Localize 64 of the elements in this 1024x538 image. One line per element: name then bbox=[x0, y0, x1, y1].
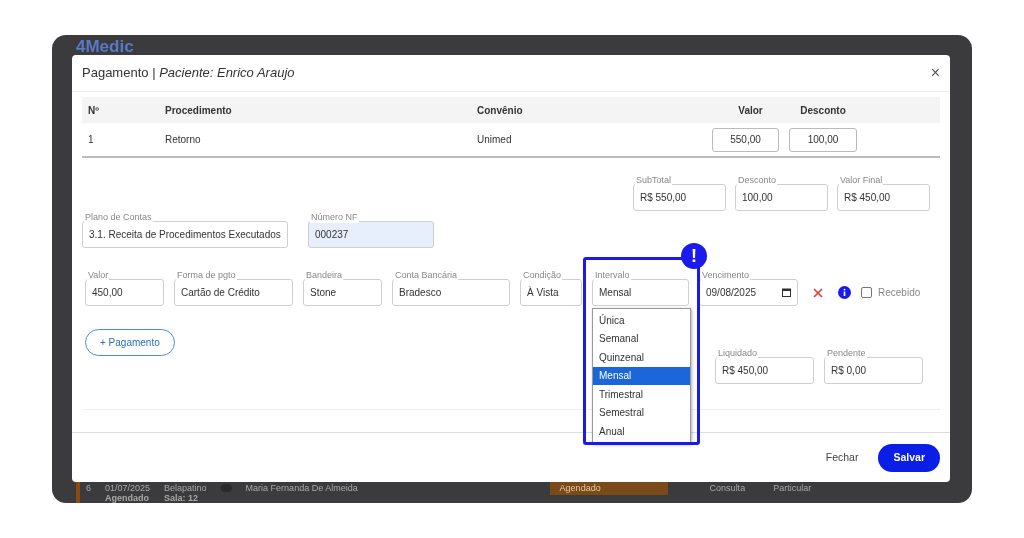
field-label: Plano de Contas bbox=[84, 212, 153, 223]
field-label: Valor bbox=[87, 270, 110, 281]
field-label: Intervalo bbox=[594, 270, 631, 281]
field-label: Desconto bbox=[737, 175, 778, 186]
input-field[interactable]: 09/08/2025 bbox=[699, 279, 798, 306]
field-label: SubTotal bbox=[635, 175, 673, 186]
close-button[interactable]: Fechar bbox=[825, 449, 859, 466]
input-field[interactable]: 450,00 bbox=[85, 279, 164, 306]
field-label: Número NF bbox=[310, 212, 359, 223]
input-field[interactable]: À Vista bbox=[520, 279, 582, 306]
value-input[interactable]: 550,00 bbox=[712, 127, 779, 152]
remove-icon[interactable] bbox=[813, 287, 823, 298]
row-date: 01/07/2025 bbox=[105, 483, 151, 493]
calendar-icon[interactable] bbox=[782, 288, 791, 297]
field-label: Liquidado bbox=[717, 348, 759, 359]
input-field[interactable]: R$ 0,00 bbox=[824, 357, 923, 384]
app-logo: 4Medic bbox=[76, 37, 134, 57]
status-select[interactable]: Agendado bbox=[549, 482, 668, 495]
received-checkbox[interactable] bbox=[861, 287, 872, 298]
row-professional: Belapatino bbox=[164, 483, 207, 493]
dropdown-option[interactable]: Quinzenal bbox=[593, 348, 690, 367]
field-label: Conta Bancária bbox=[394, 270, 459, 281]
alert-badge: ! bbox=[681, 243, 707, 269]
input-field[interactable]: R$ 450,00 bbox=[715, 357, 814, 384]
field-label: Bandeira bbox=[305, 270, 344, 281]
table-cell-text: Retorno bbox=[165, 133, 201, 147]
table-cell-text: Unimed bbox=[477, 133, 512, 147]
row-number: 6 bbox=[86, 482, 91, 493]
field-label: Vencimento bbox=[701, 270, 751, 281]
dropdown-option[interactable]: Anual bbox=[593, 422, 690, 441]
info-icon[interactable] bbox=[838, 286, 851, 299]
column-header: Nº bbox=[87, 103, 99, 118]
row-patient: Maria Fernanda De Almeida bbox=[245, 482, 359, 493]
input-field[interactable]: Cartão de Crédito bbox=[174, 279, 293, 306]
input-field[interactable]: Mensal bbox=[592, 279, 689, 306]
dropdown-option[interactable]: Trimestral bbox=[593, 385, 690, 404]
input-field[interactable]: 000237 bbox=[308, 221, 434, 248]
dropdown-option[interactable]: Única bbox=[593, 311, 690, 330]
modal-title: Pagamento | Paciente: Enrico Araujo bbox=[82, 64, 295, 83]
field-label: Condição bbox=[522, 270, 563, 281]
dropdown-option[interactable]: Semestral bbox=[593, 403, 690, 422]
field-label: Pendente bbox=[826, 348, 867, 359]
discount-input[interactable]: 100,00 bbox=[789, 127, 857, 152]
input-field[interactable]: R$ 450,00 bbox=[837, 184, 930, 211]
column-header: Procedimento bbox=[165, 103, 232, 118]
received-label: Recebido bbox=[878, 286, 921, 300]
input-field[interactable]: 100,00 bbox=[735, 184, 828, 211]
dropdown-option[interactable]: Mensal bbox=[593, 366, 690, 385]
input-field[interactable]: R$ 550,00 bbox=[633, 184, 726, 211]
row-status: Agendado bbox=[105, 493, 150, 503]
row-plan: Particular bbox=[773, 482, 812, 493]
field-label: Valor Final bbox=[839, 175, 884, 186]
dropdown-option[interactable]: Semanal bbox=[593, 329, 690, 348]
save-button[interactable]: Salvar bbox=[878, 443, 940, 472]
row-type: Consulta bbox=[709, 482, 746, 493]
column-header: Valor bbox=[738, 103, 763, 118]
row-room: Sala: 12 bbox=[164, 493, 200, 503]
input-field[interactable]: 3.1. Receita de Procedimentos Executados bbox=[82, 221, 288, 248]
input-field[interactable]: Stone bbox=[303, 279, 382, 306]
field-label: Forma de pgto bbox=[176, 270, 237, 281]
column-header: Convênio bbox=[477, 103, 523, 118]
column-header: Desconto bbox=[800, 103, 846, 118]
input-field[interactable]: Bradesco bbox=[392, 279, 510, 306]
table-cell-text: 1 bbox=[87, 133, 94, 147]
